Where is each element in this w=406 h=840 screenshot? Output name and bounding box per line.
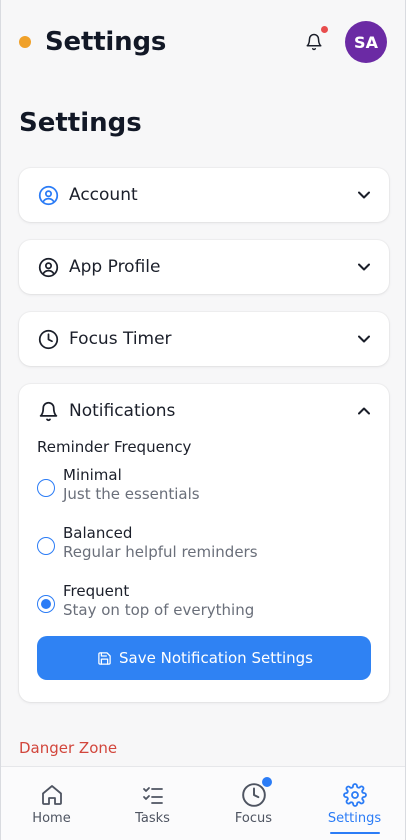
chevron-down-icon[interactable] — [357, 260, 371, 274]
chevron-down-icon[interactable] — [357, 188, 371, 202]
tasks-icon — [141, 781, 165, 809]
tab-label: Tasks — [135, 811, 170, 826]
tab-focus[interactable]: Focus — [214, 777, 294, 826]
option-text: Minimal Just the essentials — [63, 466, 200, 504]
section-account-label: Account — [69, 185, 138, 205]
radio-balanced[interactable] — [37, 537, 55, 555]
option-title: Balanced — [63, 524, 133, 542]
user-circle-icon — [37, 184, 59, 206]
reminder-frequency-label: Reminder Frequency — [37, 438, 192, 456]
chevron-up-icon[interactable] — [357, 404, 371, 418]
bottom-tab-bar: Home Tasks Focus Settings — [1, 766, 405, 840]
home-icon — [40, 781, 64, 809]
app-root: Settings SA Settings Account App Profile… — [0, 0, 406, 840]
option-title: Minimal — [63, 466, 122, 484]
focus-active-dot — [261, 777, 272, 787]
option-subtitle: Stay on top of everything — [63, 601, 255, 619]
section-app-profile-header[interactable]: App Profile — [19, 240, 389, 294]
tab-home[interactable]: Home — [12, 781, 92, 826]
gear-icon — [342, 781, 367, 809]
section-focus-timer[interactable]: Focus Timer — [19, 312, 389, 366]
frequency-option-minimal[interactable]: Minimal Just the essentials — [37, 466, 371, 504]
avatar[interactable]: SA — [345, 21, 387, 63]
option-text: Balanced Regular helpful reminders — [63, 524, 258, 562]
option-text: Frequent Stay on top of everything — [63, 582, 254, 620]
bell-icon — [306, 33, 322, 51]
option-subtitle: Regular helpful reminders — [63, 543, 258, 561]
frequency-option-frequent[interactable]: Frequent Stay on top of everything — [37, 582, 371, 620]
option-subtitle: Just the essentials — [63, 485, 200, 503]
danger-zone-heading: Danger Zone — [19, 739, 118, 757]
section-account-header[interactable]: Account — [19, 168, 389, 222]
section-focus-timer-label: Focus Timer — [69, 329, 172, 349]
chevron-down-icon[interactable] — [357, 332, 371, 346]
save-notification-settings-button[interactable]: Save Notification Settings — [37, 636, 371, 680]
tab-tasks[interactable]: Tasks — [113, 781, 193, 826]
tab-label: Home — [32, 811, 71, 826]
radio-frequent[interactable] — [37, 595, 55, 613]
bell-icon — [37, 400, 59, 422]
save-icon — [95, 649, 113, 667]
header-title: Settings — [45, 27, 167, 57]
radio-minimal[interactable] — [37, 479, 55, 497]
avatar-initials: SA — [354, 32, 378, 52]
brand-dot — [19, 36, 31, 48]
clock-icon — [37, 328, 59, 350]
tab-label: Settings — [327, 811, 382, 826]
notification-badge — [320, 25, 329, 34]
notifications-body: Reminder Frequency Minimal Just the esse… — [19, 438, 389, 698]
section-app-profile[interactable]: App Profile — [19, 240, 389, 294]
notifications-button[interactable] — [301, 25, 329, 55]
section-notifications-header[interactable]: Notifications — [19, 384, 389, 438]
tab-label: Focus — [234, 811, 273, 826]
active-tab-indicator — [329, 832, 380, 834]
section-focus-timer-header[interactable]: Focus Timer — [19, 312, 389, 366]
section-notifications: Notifications Reminder Frequency Minimal… — [19, 384, 389, 702]
page-title: Settings — [19, 108, 142, 138]
frequency-option-balanced[interactable]: Balanced Regular helpful reminders — [37, 524, 371, 562]
radio-selected-dot — [41, 599, 51, 609]
section-account[interactable]: Account — [19, 168, 389, 222]
section-app-profile-label: App Profile — [69, 257, 161, 277]
tab-settings[interactable]: Settings — [315, 781, 395, 834]
profile-icon — [37, 256, 59, 278]
save-button-label: Save Notification Settings — [119, 649, 313, 667]
header-actions: SA — [301, 21, 387, 63]
option-title: Frequent — [63, 582, 130, 600]
section-notifications-label: Notifications — [69, 401, 176, 421]
app-header: Settings SA — [1, 0, 405, 84]
